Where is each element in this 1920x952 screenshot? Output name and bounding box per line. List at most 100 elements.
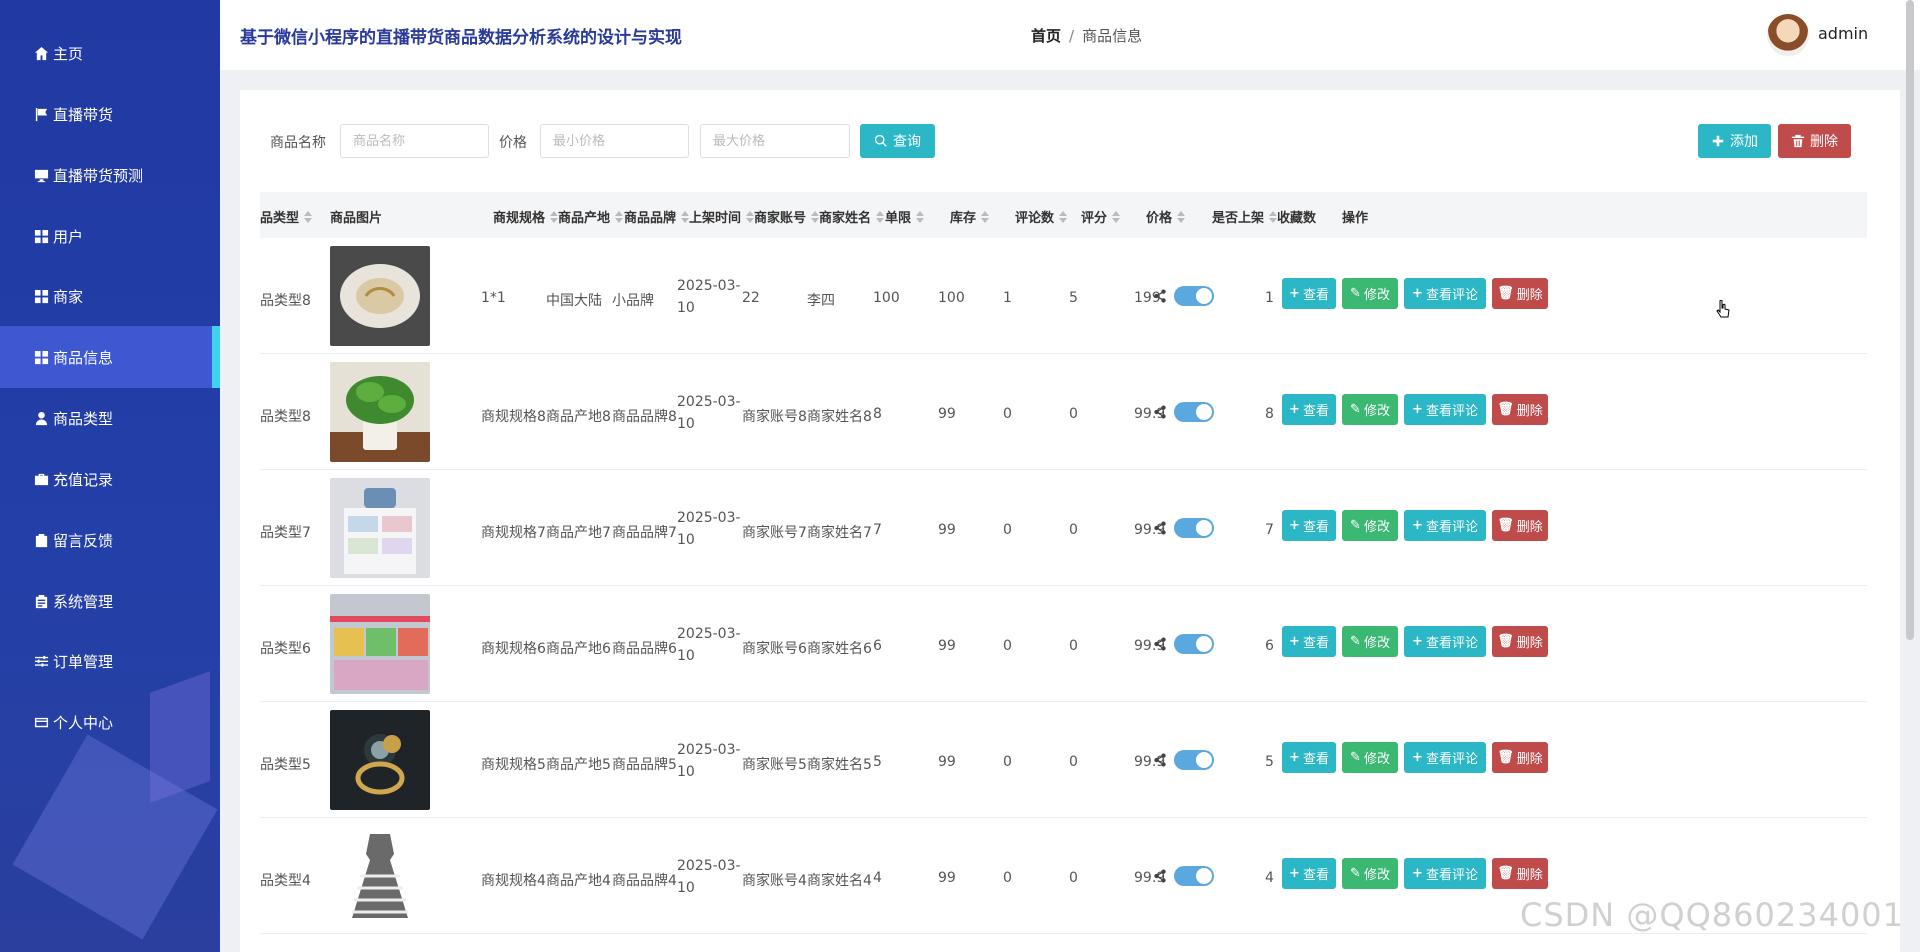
listed-toggle[interactable] [1174,518,1214,538]
edit-button[interactable]: ✎ 修改 [1342,510,1398,541]
delete-button-label: 删除 [1516,868,1543,883]
share-icon[interactable] [1153,637,1167,651]
delete-button[interactable]: 🗑 删除 [1492,394,1548,425]
product-image[interactable] [330,710,430,810]
listed-toggle[interactable] [1174,866,1214,886]
header-stock[interactable]: 库存 [950,207,990,226]
header-rating[interactable]: 评分 [1081,207,1121,226]
edit-button[interactable]: ✎ 修改 [1342,394,1398,425]
sidebar-item-label: 订单管理 [53,652,114,671]
header-type[interactable]: 品类型 [260,207,313,226]
avatar[interactable] [1767,14,1809,56]
sidebar-item-7[interactable]: 充值记录 [0,448,220,510]
listed-toggle[interactable] [1174,286,1214,306]
view-button[interactable]: + 查看 [1282,394,1336,425]
share-icon[interactable] [1153,521,1167,535]
share-icon[interactable] [1153,869,1167,883]
sort-icon[interactable] [981,210,990,223]
listed-toggle[interactable] [1174,750,1214,770]
header-time[interactable]: 上架时间 [689,207,755,226]
listed-toggle[interactable] [1174,634,1214,654]
edit-button[interactable]: ✎ 修改 [1342,858,1398,889]
share-icon[interactable] [1153,405,1167,419]
view-reviews-button[interactable]: + 查看评论 [1404,858,1486,889]
sort-icon[interactable] [615,210,624,223]
header-spec[interactable]: 商规规格 [493,207,559,226]
sort-icon[interactable] [550,210,559,223]
cell-comments: 0 [1003,870,1012,886]
product-image[interactable] [330,478,430,578]
product-image[interactable] [330,246,430,346]
view-button[interactable]: + 查看 [1282,858,1336,889]
cell-rating: 0 [1069,522,1078,538]
sidebar-item-10[interactable]: 订单管理 [0,630,220,692]
username[interactable]: admin [1818,24,1868,43]
product-image[interactable] [330,362,430,462]
sort-icon[interactable] [1059,210,1068,223]
sidebar-item-9[interactable]: 系统管理 [0,570,220,632]
edit-button[interactable]: ✎ 修改 [1342,278,1398,309]
share-icon[interactable] [1153,289,1167,303]
edit-button[interactable]: ✎ 修改 [1342,626,1398,657]
view-reviews-button[interactable]: + 查看评论 [1404,394,1486,425]
sort-icon[interactable] [876,210,885,223]
delete-button[interactable]: 🗑 删除 [1492,858,1548,889]
sidebar-item-0[interactable]: 主页 [0,22,220,84]
sidebar-item-4[interactable]: 商家 [0,265,220,327]
delete-button[interactable]: 🗑 删除 [1492,742,1548,773]
query-button[interactable]: 查询 [860,124,935,158]
view-button[interactable]: + 查看 [1282,626,1336,657]
cell-type: 品类型5 [260,757,311,773]
listed-toggle[interactable] [1174,402,1214,422]
view-reviews-button[interactable]: + 查看评论 [1404,278,1486,309]
sidebar-item-5[interactable]: 商品信息 [0,326,220,388]
header-comments[interactable]: 评论数 [1015,207,1068,226]
sidebar-item-3[interactable]: 用户 [0,205,220,267]
header-account[interactable]: 商家账号 [754,207,820,226]
edit-icon: ✎ [1350,866,1361,881]
view-button[interactable]: + 查看 [1282,742,1336,773]
sidebar-item-2[interactable]: 直播带货预测 [0,144,220,206]
sort-icon[interactable] [1269,210,1278,223]
scrollbar[interactable] [1906,0,1914,640]
view-reviews-button[interactable]: + 查看评论 [1404,626,1486,657]
batch-delete-button[interactable]: 删除 [1778,124,1851,158]
max-price-input[interactable] [700,124,850,158]
header-merchant[interactable]: 商家姓名 [819,207,885,226]
sort-icon[interactable] [746,210,755,223]
header-origin[interactable]: 商品产地 [558,207,624,226]
delete-button[interactable]: 🗑 删除 [1492,278,1548,309]
view-reviews-button[interactable]: + 查看评论 [1404,510,1486,541]
sidebar-item-8[interactable]: 留言反馈 [0,509,220,571]
cell-time: 2025-03-10 [677,742,741,780]
view-button[interactable]: + 查看 [1282,510,1336,541]
sidebar-item-6[interactable]: 商品类型 [0,387,220,449]
product-image[interactable] [330,826,430,926]
sidebar-item-11[interactable]: 个人中心 [0,691,220,753]
name-search-input[interactable] [340,124,489,158]
delete-button[interactable]: 🗑 删除 [1492,510,1548,541]
view-button[interactable]: + 查看 [1282,278,1336,309]
edit-button[interactable]: ✎ 修改 [1342,742,1398,773]
min-price-input[interactable] [540,124,689,158]
delete-button[interactable]: 🗑 删除 [1492,626,1548,657]
clipboard-icon [33,593,49,609]
add-button[interactable]: 添加 [1698,124,1771,158]
header-price[interactable]: 价格 [1146,207,1186,226]
view-reviews-button[interactable]: + 查看评论 [1404,742,1486,773]
sort-icon[interactable] [681,210,690,223]
sort-icon[interactable] [304,210,313,223]
cell-origin: 中国大陆 [546,293,602,309]
header-limit[interactable]: 单限 [885,207,925,226]
cell-account: 商家账号5 [742,757,807,773]
sort-icon[interactable] [916,210,925,223]
sort-icon[interactable] [811,210,820,223]
sort-icon[interactable] [1112,210,1121,223]
header-listed[interactable]: 是否上架 [1212,207,1278,226]
share-icon[interactable] [1153,753,1167,767]
product-image[interactable] [330,594,430,694]
header-brand[interactable]: 商品品牌 [624,207,690,226]
sort-icon[interactable] [1177,210,1186,223]
breadcrumb-home[interactable]: 首页 [1031,27,1061,45]
sidebar-item-1[interactable]: 直播带货 [0,83,220,145]
